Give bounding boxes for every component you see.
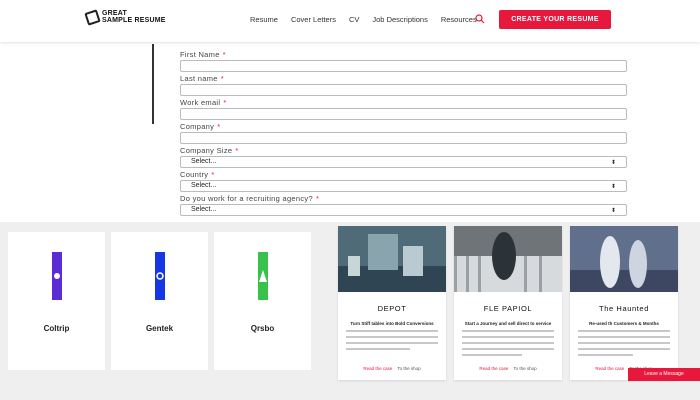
create-resume-button[interactable]: CREATE YOUR RESUME <box>499 10 611 29</box>
country-field: Country * Select... ⬍ <box>180 170 627 192</box>
company-field: Company * <box>180 122 627 144</box>
select-arrows-icon: ⬍ <box>610 208 616 214</box>
case-study-card[interactable]: DEPOT Turn Stiff tables into Bold Conver… <box>338 226 446 380</box>
recruiting-agency-label: Do you work for a recruiting agency? <box>180 194 313 203</box>
read-case-link[interactable]: Read the case <box>363 366 392 371</box>
country-label: Country <box>180 170 209 179</box>
case-study-image <box>338 226 446 292</box>
case-study-title: DEPOT <box>377 304 407 313</box>
case-study-subtitle: Re-used th Customers & Months <box>589 321 659 326</box>
main-nav: Resume Cover Letters CV Job Descriptions… <box>250 15 490 24</box>
last-name-field: Last name * <box>180 74 627 96</box>
client-logo-icon <box>52 252 62 300</box>
first-name-input[interactable] <box>180 60 627 72</box>
shop-link[interactable]: To the shop <box>513 366 536 371</box>
client-logo-icon <box>258 252 268 300</box>
site-header: GREAT SAMPLE RESUME Resume Cover Letters… <box>0 0 700 42</box>
site-logo[interactable]: GREAT SAMPLE RESUME <box>84 8 166 26</box>
recruiting-agency-field: Do you work for a recruiting agency? * Se… <box>180 194 627 216</box>
company-size-label: Company Size <box>180 146 233 155</box>
country-select[interactable]: Select... ⬍ <box>180 180 627 192</box>
last-name-label: Last name <box>180 74 218 83</box>
read-case-link[interactable]: Read the case <box>479 366 508 371</box>
case-study-title: The Haunted <box>599 304 649 313</box>
case-study-image <box>454 226 562 292</box>
nav-cv[interactable]: CV <box>349 15 359 24</box>
first-name-label: First Name <box>180 50 220 59</box>
chat-widget-button[interactable]: Leave a Message <box>628 368 700 381</box>
select-arrows-icon: ⬍ <box>610 184 616 190</box>
shop-link[interactable]: To the shop <box>397 366 420 371</box>
company-input[interactable] <box>180 132 627 144</box>
select-arrows-icon: ⬍ <box>610 160 616 166</box>
logo-icon <box>84 8 101 26</box>
case-study-card[interactable]: FLE PAPIOL Start a Journey and sell dire… <box>454 226 562 380</box>
company-label: Company <box>180 122 215 131</box>
search-icon[interactable] <box>475 14 485 24</box>
nav-resources[interactable]: Resources <box>441 15 477 24</box>
case-study-description <box>462 330 554 360</box>
case-study-description <box>346 330 438 354</box>
client-logo-card[interactable]: Gentek <box>111 232 208 370</box>
client-logo-icon <box>155 252 165 300</box>
work-email-input[interactable] <box>180 108 627 120</box>
first-name-field: First Name * <box>180 50 627 72</box>
logo-line-1: GREAT <box>102 10 127 17</box>
read-case-link[interactable]: Read the case <box>595 366 624 371</box>
client-logo-card[interactable]: Qrsbo <box>214 232 311 370</box>
work-email-label: Work email <box>180 98 221 107</box>
client-logo-caption: Qrsbo <box>250 324 275 333</box>
nav-resume[interactable]: Resume <box>250 15 278 24</box>
divider <box>152 44 154 124</box>
recruiting-agency-select[interactable]: Select... ⬍ <box>180 204 627 216</box>
case-study-title: FLE PAPIOL <box>483 304 533 313</box>
client-logo-card[interactable]: Coltrip <box>8 232 105 370</box>
company-size-field: Company Size * Select... ⬍ <box>180 146 627 168</box>
client-logo-caption: Coltrip <box>43 324 70 333</box>
case-study-image <box>570 226 678 292</box>
case-study-card[interactable]: The Haunted Re-used th Customers & Month… <box>570 226 678 380</box>
case-study-subtitle: Start a Journey and sell direct to servi… <box>464 321 552 326</box>
work-email-field: Work email * <box>180 98 627 120</box>
company-size-select[interactable]: Select... ⬍ <box>180 156 627 168</box>
case-study-subtitle: Turn Stiff tables into Bold Conversions <box>350 321 434 326</box>
nav-job-descriptions[interactable]: Job Descriptions <box>372 15 427 24</box>
last-name-input[interactable] <box>180 84 627 96</box>
nav-cover-letters[interactable]: Cover Letters <box>291 15 336 24</box>
logo-line-2: SAMPLE RESUME <box>102 17 166 24</box>
client-logo-caption: Gentek <box>145 324 174 333</box>
case-study-description <box>578 330 670 360</box>
